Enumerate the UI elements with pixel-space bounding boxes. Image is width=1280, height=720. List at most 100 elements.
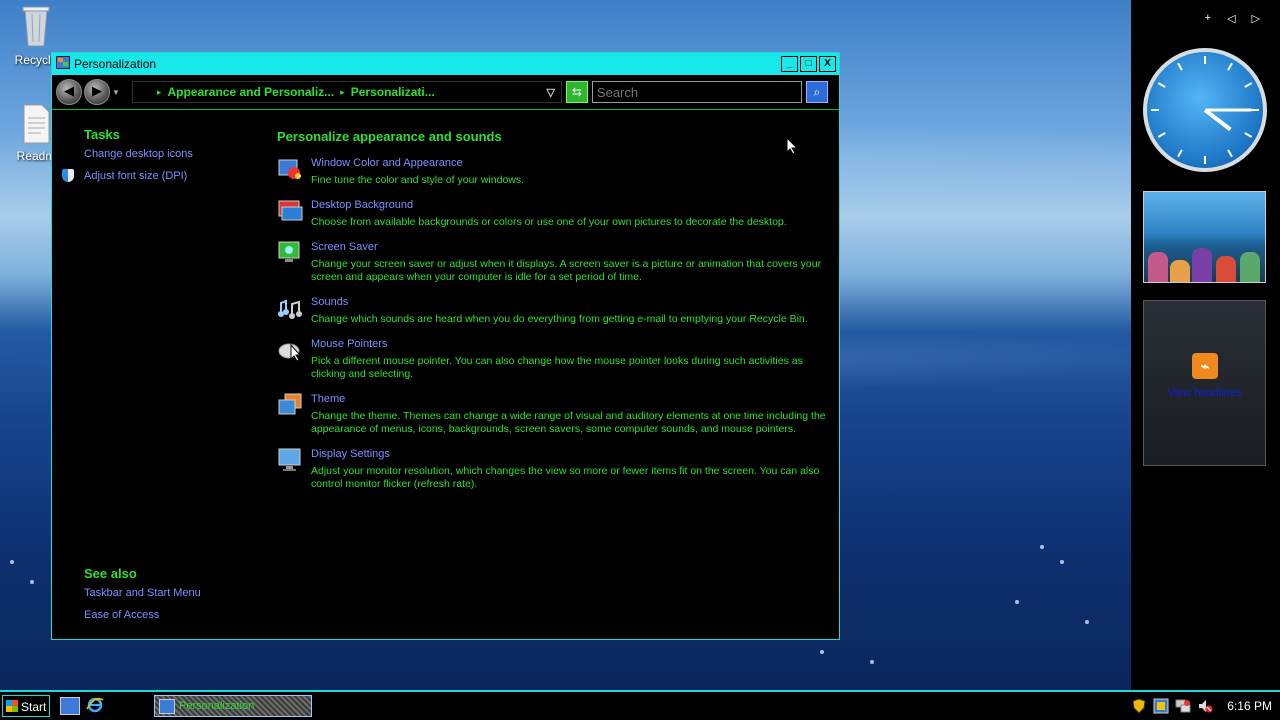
clock-tick	[1251, 109, 1259, 111]
clock-tick	[1244, 82, 1253, 88]
start-button[interactable]: Start	[2, 695, 50, 717]
taskbar: Start Personalization 6:16 PM	[0, 690, 1280, 720]
forward-button[interactable]: ▶	[84, 79, 110, 105]
feed-headlines-gadget[interactable]: ⌁ View headlines	[1143, 300, 1266, 466]
task-adjust-font-size[interactable]: Adjust font size (DPI)	[62, 169, 262, 182]
clock-minute-hand	[1205, 108, 1251, 112]
taskbar-button-personalization[interactable]: Personalization	[154, 695, 312, 717]
item-description: Adjust your monitor resolution, which ch…	[311, 465, 820, 490]
bubble	[1060, 560, 1064, 564]
slideshow-gadget[interactable]	[1143, 191, 1266, 283]
clock-hour-hand	[1203, 108, 1232, 132]
window-app-icon	[159, 699, 175, 714]
next-gadget-button[interactable]: ▷	[1252, 12, 1260, 25]
clock-tick	[1157, 132, 1166, 138]
item-description: Change the theme. Themes can change a wi…	[311, 410, 826, 435]
windows-update-icon[interactable]	[1153, 698, 1169, 714]
theme-icon	[277, 392, 303, 418]
clock-tick	[1227, 62, 1233, 71]
breadcrumb-personalization[interactable]: Personalizati...	[351, 85, 435, 99]
clock-tick	[1244, 132, 1253, 138]
item-description: Pick a different mouse pointer. You can …	[311, 355, 803, 380]
task-label: Personalization	[179, 700, 255, 712]
item-title[interactable]: Display Settings	[311, 447, 837, 461]
tasks-heading: Tasks	[84, 127, 120, 142]
list-item: Desktop Background Choose from available …	[277, 198, 837, 229]
item-title[interactable]: Mouse Pointers	[311, 337, 837, 351]
search-icon[interactable]: ⌕	[805, 81, 828, 103]
show-desktop-icon[interactable]	[60, 697, 80, 715]
back-button[interactable]: ◀	[56, 79, 82, 105]
task-label: Adjust font size (DPI)	[84, 170, 188, 182]
mouse-pointer-icon	[277, 337, 303, 363]
search-input[interactable]	[591, 81, 802, 103]
page-title: Personalize appearance and sounds	[277, 129, 502, 144]
item-description: Fine tune the color and style of your wi…	[311, 174, 525, 186]
coral	[1170, 260, 1190, 282]
clock-tick	[1204, 156, 1206, 164]
screen-saver-icon	[277, 240, 303, 266]
bubble	[1085, 620, 1089, 624]
clock-tick	[1227, 149, 1233, 158]
tasks-pane: Tasks Change desktop icons Adjust font s…	[52, 111, 262, 631]
history-dropdown-icon[interactable]: ▼	[112, 88, 120, 97]
internet-explorer-icon[interactable]	[86, 697, 104, 713]
window-color-icon	[277, 156, 303, 182]
windows-logo-icon	[6, 700, 18, 712]
gadget-controls: + ◁ ▷	[1205, 12, 1260, 25]
breadcrumb-appearance[interactable]: Appearance and Personaliz...	[167, 85, 334, 99]
breadcrumb-separator-icon: ▸	[156, 86, 162, 97]
rss-icon: ⌁	[1192, 353, 1218, 379]
coral	[1216, 256, 1236, 282]
item-title[interactable]: Desktop Background	[311, 198, 787, 212]
mouse-cursor-icon	[786, 136, 799, 158]
see-also-taskbar[interactable]: Taskbar and Start Menu	[84, 587, 262, 599]
task-change-desktop-icons[interactable]: Change desktop icons	[84, 148, 262, 160]
clock-tick	[1204, 56, 1206, 64]
breadcrumb-separator-icon: ▸	[340, 86, 345, 97]
refresh-button[interactable]: ⇆	[565, 81, 588, 103]
clock-tick	[1151, 109, 1159, 111]
see-also-ease-of-access[interactable]: Ease of Access	[84, 609, 262, 621]
volume-muted-icon[interactable]	[1197, 698, 1213, 714]
clock-gadget[interactable]	[1143, 48, 1267, 172]
item-description: Change which sounds are heard when you d…	[311, 313, 808, 325]
display-settings-icon	[277, 447, 303, 473]
bubble	[870, 660, 874, 664]
uac-shield-icon	[62, 169, 74, 182]
maximize-button[interactable]: □	[800, 56, 817, 72]
bubble	[820, 650, 824, 654]
clock-tick	[1177, 62, 1183, 71]
network-icon[interactable]	[1175, 698, 1191, 714]
item-title[interactable]: Sounds	[311, 295, 808, 309]
window-titlebar[interactable]: Personalization _ □ X	[52, 53, 839, 75]
system-tray: 6:16 PM	[1131, 695, 1280, 717]
list-item: Display Settings Adjust your monitor reso…	[277, 447, 837, 491]
item-title[interactable]: Window Color and Appearance	[311, 156, 524, 170]
content-pane: Personalize appearance and sounds Window…	[277, 129, 837, 502]
bubble	[1015, 600, 1019, 604]
bubble	[30, 580, 34, 584]
window-title: Personalization	[74, 57, 157, 71]
prev-gadget-button[interactable]: ◁	[1227, 12, 1235, 25]
gadget-sidebar: + ◁ ▷ ⌁ View headlines	[1131, 0, 1280, 690]
window-app-icon	[56, 56, 70, 72]
address-bar[interactable]: ▸ Appearance and Personaliz... ▸ Persona…	[131, 81, 562, 103]
list-item: Mouse Pointers Pick a different mouse poi…	[277, 337, 837, 381]
feed-link[interactable]: View headlines	[1144, 387, 1265, 399]
list-item: Sounds Change which sounds are heard when…	[277, 295, 837, 326]
item-title[interactable]: Screen Saver	[311, 240, 837, 254]
taskbar-clock[interactable]: 6:16 PM	[1227, 699, 1272, 713]
address-dropdown-icon[interactable]: ▽	[546, 86, 554, 99]
list-item: Screen Saver Change your screen saver or …	[277, 240, 837, 284]
add-gadget-button[interactable]: +	[1205, 12, 1211, 25]
coral	[1240, 252, 1260, 282]
close-button[interactable]: X	[819, 56, 836, 72]
coral	[1192, 248, 1212, 282]
list-item: Theme Change the theme. Themes can change…	[277, 392, 837, 436]
security-shield-icon[interactable]	[1131, 698, 1147, 714]
item-title[interactable]: Theme	[311, 392, 837, 406]
item-description: Choose from available backgrounds or col…	[311, 216, 787, 228]
minimize-button[interactable]: _	[781, 56, 798, 72]
clock-tick	[1177, 149, 1183, 158]
